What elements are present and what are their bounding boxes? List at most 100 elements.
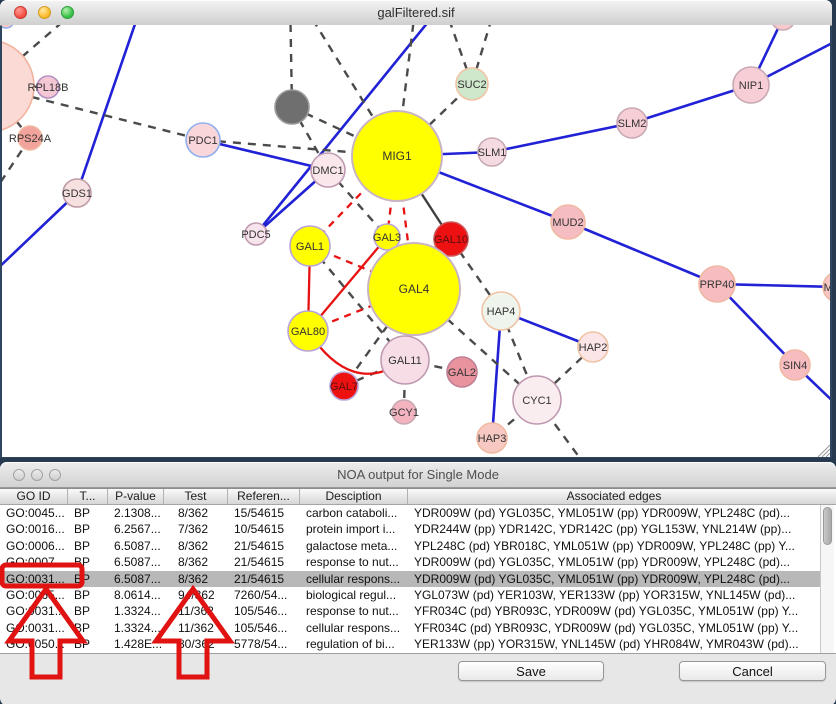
table-row[interactable]: GO:0050...BP1.428E...80/3625778/54...reg…: [2, 636, 822, 652]
table-cell: 8/362: [166, 505, 230, 521]
table-cell: protein import i...: [302, 521, 410, 537]
table-row[interactable]: GO:0065...BP8.0614...94/3627260/54...bio…: [2, 587, 822, 603]
table-cell: BP: [70, 620, 110, 636]
table-cell: BP: [70, 636, 110, 652]
table-cell: 21/54615: [230, 538, 302, 554]
table-cell: 10/54615: [230, 521, 302, 537]
table-cell: 7260/54...: [230, 587, 302, 603]
network-edge: [77, 25, 145, 193]
node-label: PRP40: [700, 279, 735, 291]
table-row[interactable]: GO:0031...BP1.3324...11/362105/546...res…: [2, 603, 822, 619]
table-cell: 1.428E...: [110, 636, 166, 652]
network-window-titlebar[interactable]: galFiltered.sif: [0, 0, 832, 26]
table-cell: 8/362: [166, 554, 230, 570]
node-label: HAP4: [487, 306, 516, 318]
table-cell: 11/362: [166, 620, 230, 636]
network-node-topright[interactable]: [771, 25, 795, 30]
table-cell: YER133W (pp) YOR315W, YNL145W (pd) YHR08…: [410, 636, 822, 652]
table-cell: GO:0006...: [2, 538, 70, 554]
table-cell: BP: [70, 571, 110, 587]
node-label: PDC1: [188, 135, 217, 147]
table-row-selected[interactable]: GO:0031...BP6.5087...8/36221/54615cellul…: [2, 571, 822, 587]
node-label: HAP3: [478, 433, 507, 445]
node-label: MUD2: [552, 217, 583, 229]
table-body: GO:0045...BP2.1308...8/36215/54615carbon…: [2, 505, 822, 653]
table-row[interactable]: GO:0007...BP6.5087...8/36221/54615respon…: [2, 554, 822, 570]
node-label: DMC1: [312, 165, 343, 177]
table-cell: 21/54615: [230, 554, 302, 570]
node-label: SLM2: [618, 118, 647, 130]
table-cell: 80/362: [166, 636, 230, 652]
table-cell: 105/546...: [230, 620, 302, 636]
table-row[interactable]: GO:0045...BP2.1308...8/36215/54615carbon…: [2, 505, 822, 521]
noa-window-title: NOA output for Single Mode: [0, 467, 836, 482]
table-cell: 8/362: [166, 538, 230, 554]
table-cell: YDR009W (pd) YGL035C, YML051W (pp) YDR00…: [410, 505, 822, 521]
node-label: GCY1: [389, 407, 419, 419]
node-label: GAL10: [434, 234, 468, 246]
network-node-corner[interactable]: [2, 25, 14, 28]
table-cell: carbon cataboli...: [302, 505, 410, 521]
table-cell: 11/362: [166, 603, 230, 619]
table-cell: BP: [70, 505, 110, 521]
table-cell: BP: [70, 521, 110, 537]
table-cell: cellular respons...: [302, 571, 410, 587]
node-label: GDS1: [62, 188, 92, 200]
table-cell: GO:0031...: [2, 603, 70, 619]
column-header-5[interactable]: Desciption: [300, 489, 408, 504]
column-header-3[interactable]: Test: [164, 489, 228, 504]
table-cell: YDR009W (pd) YGL035C, YML051W (pp) YDR00…: [410, 571, 822, 587]
node-label: GAL7: [330, 381, 358, 393]
network-graph: RPL18BRPS24AGDS1PDC1MIG1SUC2SLM1DMC1SLM2…: [2, 25, 830, 457]
table-cell: 6.5087...: [110, 571, 166, 587]
scrollbar-thumb[interactable]: [823, 507, 832, 545]
node-label: SLM1: [478, 147, 507, 159]
resize-grip-icon[interactable]: [826, 453, 830, 457]
table-cell: BP: [70, 538, 110, 554]
node-label: CYC1: [522, 395, 551, 407]
node-label: MSL1: [824, 282, 830, 294]
node-label: GAL11: [388, 355, 421, 367]
table-cell: YPL248C (pd) YBR018C, YML051W (pp) YDR00…: [410, 538, 822, 554]
table-cell: 8/362: [166, 571, 230, 587]
table-row[interactable]: GO:0031...BP1.3324...11/362105/546...cel…: [2, 620, 822, 636]
table-cell: 1.3324...: [110, 620, 166, 636]
table-cell: 6.5087...: [110, 538, 166, 554]
table-row[interactable]: GO:0016...BP6.2567...7/36210/54615protei…: [2, 521, 822, 537]
table-cell: 8.0614...: [110, 587, 166, 603]
network-canvas[interactable]: RPL18BRPS24AGDS1PDC1MIG1SUC2SLM1DMC1SLM2…: [2, 25, 830, 457]
cancel-button[interactable]: Cancel: [679, 661, 826, 681]
table-header: GO IDT...P-valueTestReferen...Desciption…: [0, 488, 836, 505]
column-header-1[interactable]: T...: [68, 489, 108, 504]
column-header-2[interactable]: P-value: [108, 489, 164, 504]
table-scrollbar[interactable]: [820, 505, 834, 653]
network-edge: [492, 123, 632, 152]
noa-window-titlebar[interactable]: NOA output for Single Mode: [0, 462, 836, 488]
node-label: SUC2: [457, 79, 486, 91]
node-label: GAL80: [291, 326, 325, 338]
resize-grip-icon[interactable]: [822, 449, 830, 457]
node-label: SIN4: [783, 360, 807, 372]
node-label: GAL3: [373, 232, 401, 244]
table-cell: GO:0007...: [2, 554, 70, 570]
table-cell: response to nut...: [302, 603, 410, 619]
table-cell: 15/54615: [230, 505, 302, 521]
node-label: RPS24A: [9, 133, 52, 145]
column-header-4[interactable]: Referen...: [228, 489, 300, 504]
table-cell: 105/546...: [230, 603, 302, 619]
column-header-0[interactable]: GO ID: [0, 489, 68, 504]
network-window-title: galFiltered.sif: [0, 5, 832, 20]
table-cell: 6.2567...: [110, 521, 166, 537]
node-label: GAL1: [296, 241, 324, 253]
table-row[interactable]: GO:0006...BP6.5087...8/36221/54615galact…: [2, 538, 822, 554]
table-cell: 5778/54...: [230, 636, 302, 652]
table-cell: response to nut...: [302, 554, 410, 570]
save-button[interactable]: Save: [458, 661, 604, 681]
network-node-darknode[interactable]: [275, 90, 309, 124]
column-header-6[interactable]: Associated edges: [408, 489, 820, 504]
table-cell: GO:0016...: [2, 521, 70, 537]
table-cell: cellular respons...: [302, 620, 410, 636]
node-label: GAL2: [448, 367, 476, 379]
node-label: GAL4: [399, 282, 430, 296]
table-cell: YDR244W (pp) YDR142C, YDR142C (pp) YGL15…: [410, 521, 822, 537]
